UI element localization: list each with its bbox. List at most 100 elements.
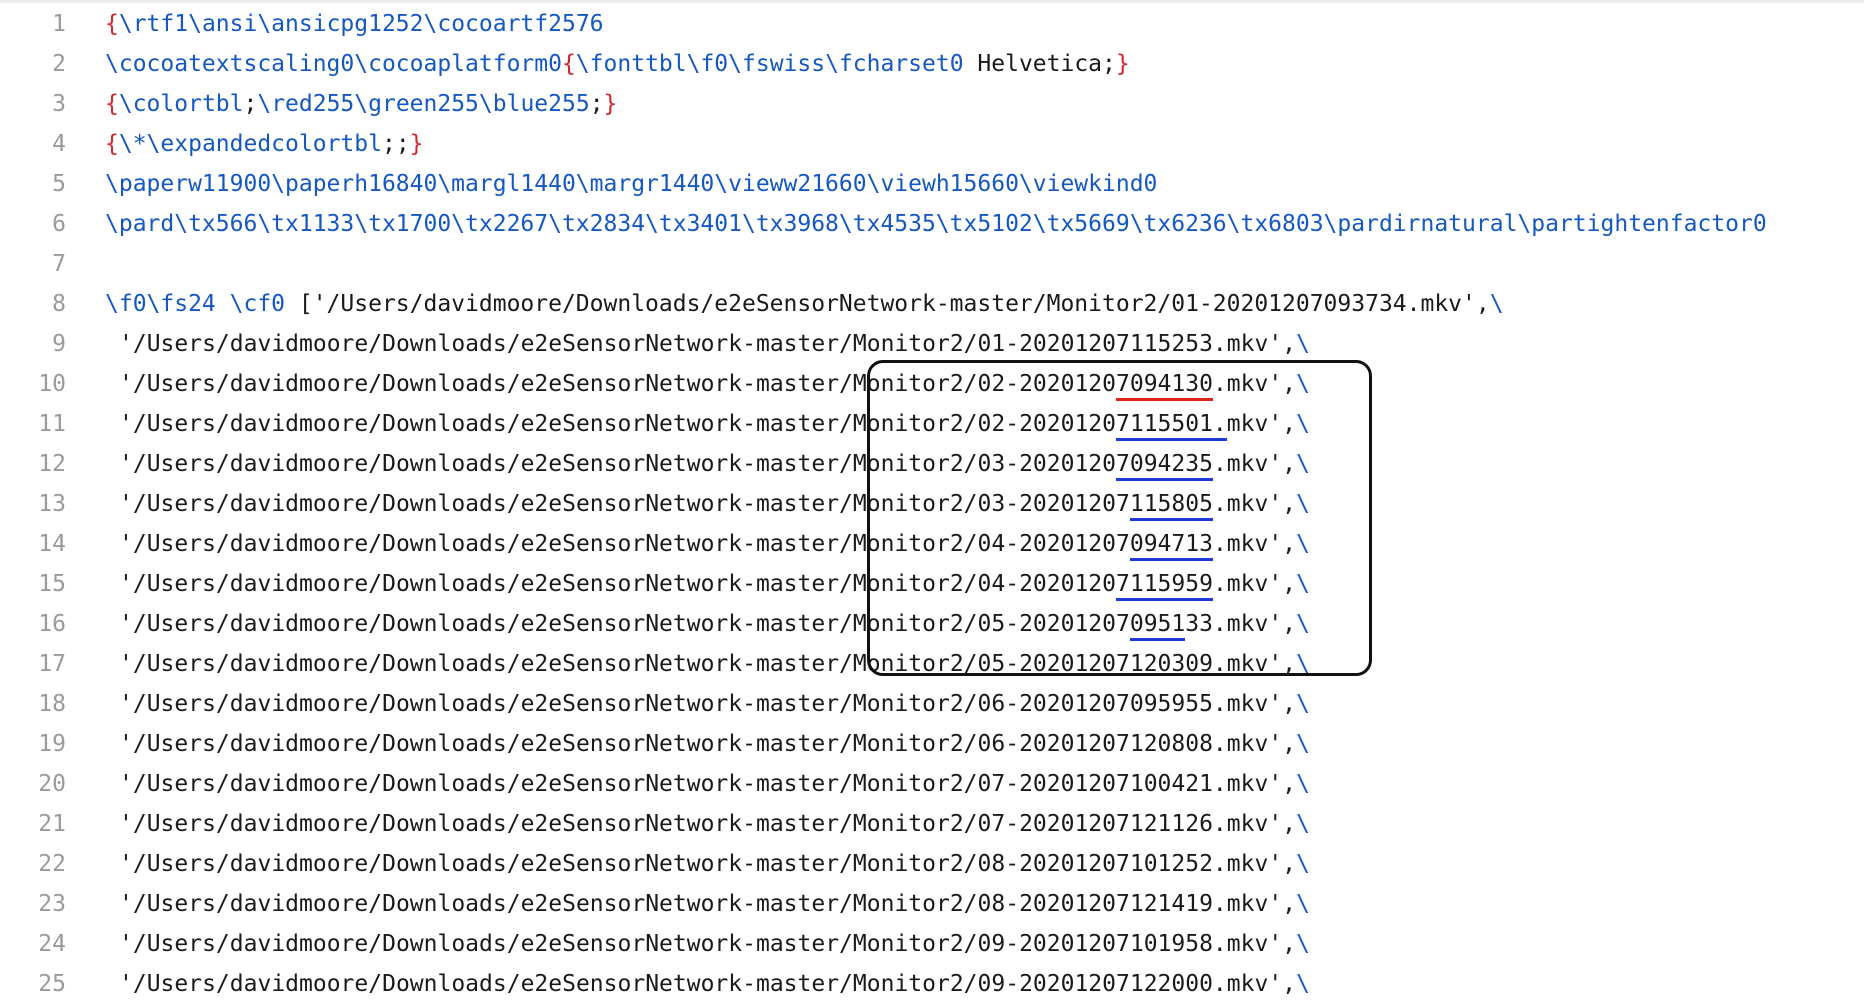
code-text[interactable]: '/Users/davidmoore/Downloads/e2eSensorNe… bbox=[119, 404, 1310, 444]
blue-underlined-timestamp: 7115959 bbox=[1116, 564, 1213, 604]
code-text[interactable]: '/Users/davidmoore/Downloads/e2eSensorNe… bbox=[119, 924, 1310, 964]
code-string: .mkv', bbox=[1212, 371, 1297, 397]
line-continuation: \ bbox=[1296, 811, 1310, 837]
code-string: '/Users/davidmoore/Downloads/e2eSensorNe… bbox=[119, 851, 1297, 877]
code-text[interactable]: '/Users/davidmoore/Downloads/e2eSensorNe… bbox=[119, 764, 1310, 804]
line-number: 18 bbox=[38, 691, 66, 717]
code-string: '/Users/davidmoore/Downloads/e2eSensorNe… bbox=[119, 691, 1297, 717]
line-continuation: \ bbox=[1296, 731, 1310, 757]
line-number: 5 bbox=[52, 171, 66, 197]
line-continuation: \ bbox=[1296, 411, 1310, 437]
code-text[interactable]: '/Users/davidmoore/Downloads/e2eSensorNe… bbox=[119, 564, 1310, 604]
code-string: '/Users/davidmoore/Downloads/e2eSensorNe… bbox=[119, 571, 1116, 597]
line-continuation: \ bbox=[1296, 851, 1310, 877]
code-text[interactable]: \f0\fs24 \cf0 ['/Users/davidmoore/Downlo… bbox=[105, 284, 1504, 324]
red-underlined-timestamp: 7094130 bbox=[1116, 364, 1213, 404]
code-text[interactable]: {\*\expandedcolortbl;;} bbox=[105, 124, 424, 164]
line-continuation: \ bbox=[1489, 291, 1504, 317]
code-text[interactable]: '/Users/davidmoore/Downloads/e2eSensorNe… bbox=[119, 644, 1310, 684]
code-text[interactable]: '/Users/davidmoore/Downloads/e2eSensorNe… bbox=[119, 524, 1310, 564]
code-string: '/Users/davidmoore/Downloads/e2eSensorNe… bbox=[119, 651, 1297, 677]
blue-underlined-timestamp: 0951 bbox=[1129, 604, 1186, 644]
code-text[interactable]: '/Users/davidmoore/Downloads/e2eSensorNe… bbox=[119, 684, 1310, 724]
rtf-brace: { bbox=[105, 91, 119, 117]
code-string: '/Users/davidmoore/Downloads/e2eSensorNe… bbox=[119, 491, 1130, 517]
rtf-brace: } bbox=[409, 131, 424, 157]
code-string: '/Users/davidmoore/Downloads/e2eSensorNe… bbox=[119, 371, 1116, 397]
code-string: 33.mkv', bbox=[1185, 611, 1297, 637]
rtf-brace: { bbox=[105, 11, 119, 37]
rtf-control-word: \f0\fs24 \cf0 bbox=[105, 291, 286, 317]
code-string: '/Users/davidmoore/Downloads/e2eSensorNe… bbox=[119, 771, 1297, 797]
line-continuation: \ bbox=[1296, 371, 1310, 397]
code-string: mkv', bbox=[1226, 411, 1297, 437]
line-continuation: \ bbox=[1296, 931, 1310, 957]
code-string: .mkv', bbox=[1212, 531, 1297, 557]
rtf-brace: } bbox=[1115, 51, 1130, 77]
line-continuation: \ bbox=[1296, 571, 1310, 597]
code-string: '/Users/davidmoore/Downloads/e2eSensorNe… bbox=[119, 531, 1130, 557]
code-text[interactable]: \cocoatextscaling0\cocoaplatform0{\fontt… bbox=[105, 44, 1130, 84]
code-text[interactable]: '/Users/davidmoore/Downloads/e2eSensorNe… bbox=[119, 884, 1310, 924]
blue-underlined-timestamp: 7094235 bbox=[1116, 444, 1213, 484]
rtf-control-word: \cocoatextscaling0\cocoaplatform0 bbox=[105, 51, 562, 77]
line-number: 13 bbox=[38, 491, 66, 517]
code-text[interactable]: '/Users/davidmoore/Downloads/e2eSensorNe… bbox=[119, 444, 1310, 484]
code-string: '/Users/davidmoore/Downloads/e2eSensorNe… bbox=[119, 331, 1297, 357]
rtf-control-word: \*\expandedcolortbl bbox=[118, 131, 382, 157]
code-string: .mkv', bbox=[1212, 491, 1297, 517]
code-text[interactable]: '/Users/davidmoore/Downloads/e2eSensorNe… bbox=[119, 364, 1310, 404]
line-number: 20 bbox=[38, 771, 66, 797]
line-number: 3 bbox=[52, 91, 66, 117]
line-continuation: \ bbox=[1296, 491, 1310, 517]
line-number: 15 bbox=[38, 571, 66, 597]
code-string: .mkv', bbox=[1212, 571, 1297, 597]
code-string: ['/Users/davidmoore/Downloads/e2eSensorN… bbox=[285, 291, 1490, 317]
code-text[interactable]: '/Users/davidmoore/Downloads/e2eSensorNe… bbox=[119, 964, 1310, 1004]
line-number: 8 bbox=[52, 291, 66, 317]
line-number: 2 bbox=[52, 51, 66, 77]
line-number: 10 bbox=[38, 371, 66, 397]
code-string: '/Users/davidmoore/Downloads/e2eSensorNe… bbox=[119, 931, 1297, 957]
line-number: 17 bbox=[38, 651, 66, 677]
code-text[interactable]: {\rtf1\ansi\ansicpg1252\cocoartf2576 bbox=[105, 4, 604, 44]
rtf-control-word: \rtf1\ansi\ansicpg1252\cocoartf2576 bbox=[118, 11, 604, 37]
code-string: '/Users/davidmoore/Downloads/e2eSensorNe… bbox=[119, 971, 1297, 997]
line-number: 23 bbox=[38, 891, 66, 917]
code-text[interactable]: '/Users/davidmoore/Downloads/e2eSensorNe… bbox=[119, 484, 1310, 524]
code-text[interactable]: '/Users/davidmoore/Downloads/e2eSensorNe… bbox=[119, 324, 1310, 364]
code-string: .mkv', bbox=[1212, 451, 1297, 477]
line-number: 24 bbox=[38, 931, 66, 957]
line-continuation: \ bbox=[1296, 691, 1310, 717]
line-number: 21 bbox=[38, 811, 66, 837]
blue-underlined-timestamp: 7115501. bbox=[1116, 404, 1227, 444]
code-string: ; bbox=[243, 91, 258, 117]
code-text[interactable]: '/Users/davidmoore/Downloads/e2eSensorNe… bbox=[119, 844, 1310, 884]
line-number: 4 bbox=[52, 131, 66, 157]
rtf-brace: } bbox=[603, 91, 618, 117]
code-text[interactable]: {\colortbl;\red255\green255\blue255;} bbox=[105, 84, 617, 124]
line-number: 9 bbox=[52, 331, 66, 357]
code-string: '/Users/davidmoore/Downloads/e2eSensorNe… bbox=[119, 731, 1297, 757]
line-continuation: \ bbox=[1296, 451, 1310, 477]
rtf-control-word: \colortbl bbox=[118, 91, 244, 117]
line-continuation: \ bbox=[1296, 651, 1310, 677]
code-text[interactable]: '/Users/davidmoore/Downloads/e2eSensorNe… bbox=[119, 604, 1310, 644]
code-string: '/Users/davidmoore/Downloads/e2eSensorNe… bbox=[119, 611, 1130, 637]
line-continuation: \ bbox=[1296, 971, 1310, 997]
code-string: '/Users/davidmoore/Downloads/e2eSensorNe… bbox=[119, 451, 1116, 477]
code-editor[interactable]: 1 {\rtf1\ansi\ansicpg1252\cocoartf2576 2 \c… bbox=[0, 0, 1864, 1008]
code-text[interactable]: \pard\tx566\tx1133\tx1700\tx2267\tx2834\… bbox=[105, 204, 1767, 244]
line-number: 6 bbox=[52, 211, 66, 237]
rtf-control-word: \fonttbl\f0\fswiss\fcharset0 bbox=[575, 51, 964, 77]
line-number: 19 bbox=[38, 731, 66, 757]
code-text[interactable]: '/Users/davidmoore/Downloads/e2eSensorNe… bbox=[119, 724, 1310, 764]
line-continuation: \ bbox=[1296, 611, 1310, 637]
rtf-control-word: \red255\green255\blue255 bbox=[257, 91, 590, 117]
code-string: ; bbox=[589, 91, 604, 117]
code-text[interactable]: \paperw11900\paperh16840\margl1440\margr… bbox=[105, 164, 1157, 204]
rtf-brace: { bbox=[561, 51, 576, 77]
code-string: '/Users/davidmoore/Downloads/e2eSensorNe… bbox=[119, 891, 1297, 917]
line-number: 12 bbox=[38, 451, 66, 477]
code-text[interactable]: '/Users/davidmoore/Downloads/e2eSensorNe… bbox=[119, 804, 1310, 844]
